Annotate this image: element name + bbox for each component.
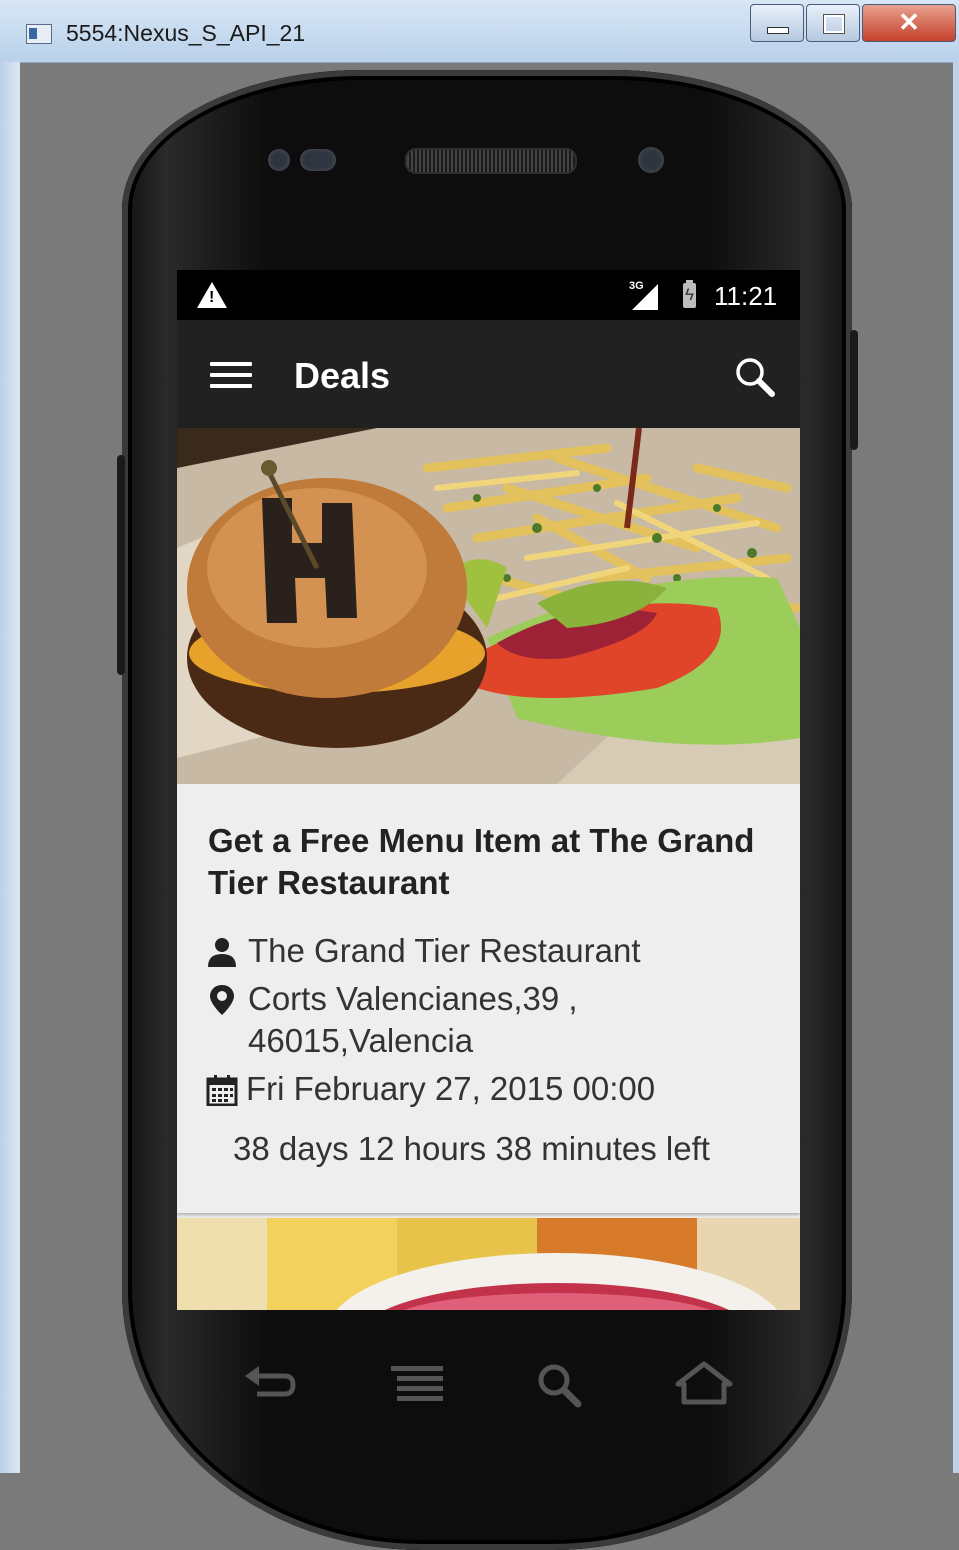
- front-camera: [638, 147, 664, 173]
- window-frame-left: [0, 62, 20, 1473]
- emulator-title-bar: 5554:Nexus_S_API_21 ✕: [0, 0, 959, 63]
- warning-icon: !: [197, 282, 227, 308]
- deal-countdown: 38 days 12 hours 38 minutes left: [233, 1130, 710, 1167]
- status-clock: 11:21: [714, 281, 778, 311]
- close-button[interactable]: ✕: [862, 4, 956, 42]
- back-icon[interactable]: [239, 1358, 299, 1410]
- calendar-icon: [206, 1075, 238, 1106]
- hardware-nav-bar: [177, 1310, 800, 1450]
- volume-button[interactable]: [117, 455, 125, 675]
- network-type: 3G: [629, 280, 644, 292]
- app-screen: ! 3G 11:21 Deals: [177, 270, 800, 1310]
- address-line2: 46015,Valencia: [248, 1022, 474, 1059]
- earpiece-speaker: [405, 148, 577, 174]
- restaurant-name: The Grand Tier Restaurant: [248, 932, 641, 969]
- minimize-button[interactable]: [750, 4, 804, 42]
- power-button[interactable]: [850, 330, 858, 450]
- maximize-button[interactable]: [806, 4, 860, 42]
- window-title: 5554:Nexus_S_API_21: [66, 20, 306, 46]
- status-bar: ! 3G 11:21: [177, 270, 800, 320]
- app-toolbar: Deals: [177, 320, 800, 428]
- search-icon[interactable]: [532, 1358, 592, 1410]
- next-deal-card-preview[interactable]: [177, 1218, 800, 1310]
- close-icon: ✕: [898, 7, 920, 37]
- battery-charging-icon: [683, 280, 696, 308]
- hamburger-icon[interactable]: [210, 362, 252, 388]
- emulator-app-icon: [26, 24, 52, 44]
- search-icon[interactable]: [734, 356, 776, 398]
- proximity-sensor: [268, 149, 290, 171]
- home-icon[interactable]: [674, 1358, 734, 1410]
- window-frame-right: [953, 62, 959, 1473]
- user-icon: [208, 938, 236, 967]
- page-title: Deals: [294, 355, 391, 396]
- address-line1: Corts Valencianes,39 ,: [248, 980, 578, 1017]
- deal-date: Fri February 27, 2015 00:00: [246, 1070, 656, 1107]
- map-marker-icon: [210, 985, 234, 1015]
- next-deal-image: [177, 1218, 800, 1310]
- recent-apps-icon[interactable]: [387, 1358, 447, 1410]
- deal-title[interactable]: Get a Free Menu Item at The Grand Tier R…: [208, 820, 778, 904]
- deal-image: [177, 428, 800, 784]
- deal-card[interactable]: Get a Free Menu Item at The Grand Tier R…: [177, 428, 800, 1213]
- light-sensor: [300, 149, 336, 171]
